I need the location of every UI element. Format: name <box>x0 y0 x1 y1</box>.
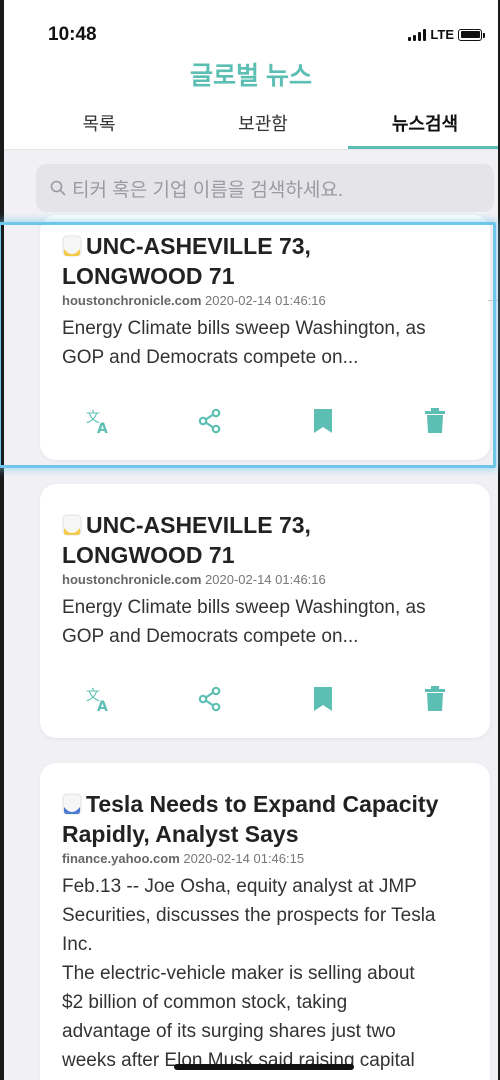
news-summary: Energy Climate bills sweep Washington, a… <box>62 318 426 368</box>
news-meta: finance.yahoo.com 2020-02-14 01:46:15 <box>62 851 468 866</box>
card-actions: 文 A <box>62 682 468 716</box>
news-summary: Energy Climate bills sweep Washington, a… <box>62 597 426 647</box>
share-button[interactable] <box>193 682 227 716</box>
search-placeholder: 티커 혹은 기업 이름을 검색하세요. <box>72 179 344 201</box>
tab-news-search[interactable]: 뉴스검색 <box>350 106 498 150</box>
news-meta: houstonchronicle.com 2020-02-14 01:46:16 <box>62 572 468 587</box>
news-date: 2020-02-14 01:46:16 <box>205 293 326 308</box>
news-card[interactable]: UNC-ASHEVILLE 73, LONGWOOD 71 houstonchr… <box>40 484 490 738</box>
document-icon <box>62 234 82 257</box>
network-label: LTE <box>430 27 454 42</box>
search-icon <box>50 180 66 196</box>
trash-icon <box>425 686 445 711</box>
bookmark-button[interactable] <box>306 682 340 716</box>
header-divider <box>4 149 498 150</box>
svg-text:A: A <box>97 421 108 435</box>
news-date: 2020-02-14 01:46:15 <box>183 851 305 866</box>
bookmark-button[interactable] <box>306 404 340 438</box>
svg-text:A: A <box>97 699 108 713</box>
edge-tick <box>488 300 498 301</box>
news-card[interactable]: Tesla Needs to Expand Capacity Rapidly, … <box>40 763 490 1080</box>
delete-button[interactable] <box>418 404 452 438</box>
news-title[interactable]: Tesla Needs to Expand Capacity Rapidly, … <box>62 763 468 849</box>
app-title: 글로벌 뉴스 <box>190 62 312 90</box>
tab-bar: 목록 보관함 뉴스검색 <box>4 106 498 150</box>
share-icon <box>198 686 221 712</box>
translate-icon: 文 A <box>86 410 108 435</box>
share-button[interactable] <box>193 404 227 438</box>
news-title[interactable]: UNC-ASHEVILLE 73, LONGWOOD 71 <box>62 215 468 291</box>
status-bar: 10:48 LTE <box>4 0 498 50</box>
document-icon <box>62 792 82 815</box>
bookmark-icon <box>314 687 332 711</box>
tab-list[interactable]: 목록 <box>24 106 174 150</box>
phone-screen: 10:48 LTE 글로벌 뉴스 목록 보관함 뉴스검색 티커 혹은 기업 이름… <box>0 0 500 1080</box>
translate-button[interactable]: 文 A <box>82 682 116 716</box>
news-source: houstonchronicle.com <box>62 293 202 308</box>
news-date: 2020-02-14 01:46:16 <box>205 572 326 587</box>
battery-icon <box>458 28 485 41</box>
trash-icon <box>425 408 445 433</box>
status-time: 10:48 <box>48 24 97 45</box>
search-input[interactable]: 티커 혹은 기업 이름을 검색하세요. <box>36 164 494 212</box>
news-source: finance.yahoo.com <box>62 851 180 866</box>
translate-icon: 文 A <box>86 688 108 713</box>
card-actions: 文 A <box>62 404 468 438</box>
document-icon <box>62 513 82 536</box>
bookmark-icon <box>314 409 332 433</box>
home-indicator <box>174 1064 354 1070</box>
status-indicators: LTE <box>408 27 485 42</box>
news-card[interactable]: UNC-ASHEVILLE 73, LONGWOOD 71 houstonchr… <box>40 215 490 460</box>
tab-archive[interactable]: 보관함 <box>188 106 338 150</box>
delete-button[interactable] <box>418 682 452 716</box>
news-summary: Feb.13 -- Joe Osha, equity analyst at JM… <box>62 876 436 1071</box>
share-icon <box>198 408 221 434</box>
news-title[interactable]: UNC-ASHEVILLE 73, LONGWOOD 71 <box>62 484 468 570</box>
app-header: 글로벌 뉴스 목록 보관함 뉴스검색 <box>4 50 498 150</box>
translate-button[interactable]: 文 A <box>82 404 116 438</box>
news-source: houstonchronicle.com <box>62 572 202 587</box>
signal-icon <box>408 28 427 41</box>
news-meta: houstonchronicle.com 2020-02-14 01:46:16 <box>62 293 468 308</box>
